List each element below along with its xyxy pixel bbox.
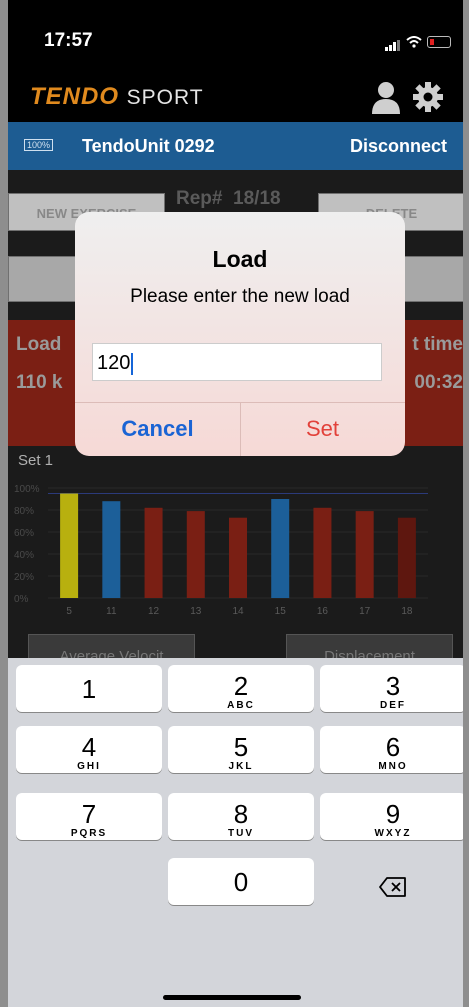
- app-header: TENDO SPORT: [8, 80, 463, 122]
- signal-icon: [385, 33, 401, 51]
- time-value: 00:32: [414, 372, 463, 393]
- key-digit: 9: [385, 799, 401, 829]
- key-letters: PQRS: [70, 828, 108, 839]
- x-tick-label: 5: [66, 606, 72, 617]
- set-button[interactable]: Set: [240, 402, 405, 456]
- disconnect-button[interactable]: Disconnect: [350, 136, 447, 157]
- key-digit: 5: [233, 732, 249, 762]
- device-battery: 100%: [24, 139, 54, 151]
- set-label: Set 1: [18, 452, 54, 469]
- bar: [229, 517, 247, 598]
- status-time: 17:57: [44, 30, 93, 51]
- home-indicator: [163, 995, 301, 1000]
- load-value: 110 k: [16, 372, 63, 393]
- y-tick-label: 100%: [14, 484, 40, 495]
- y-tick-label: 20%: [14, 572, 34, 583]
- bar: [313, 507, 332, 598]
- key-letters: WXYZ: [374, 828, 412, 839]
- y-tick-label: 0%: [14, 594, 29, 605]
- battery-icon: [427, 36, 451, 48]
- key-2[interactable]: 2 ABC: [168, 665, 314, 712]
- dialog-title: Load: [212, 246, 268, 272]
- wifi-icon: [406, 36, 422, 48]
- load-input[interactable]: 120: [92, 343, 382, 381]
- x-tick-label: 18: [401, 606, 413, 617]
- key-0[interactable]: 0: [168, 858, 314, 905]
- x-tick-label: 12: [148, 606, 160, 617]
- key-digit: 3: [385, 671, 401, 701]
- gear-icon[interactable]: [412, 80, 444, 121]
- key-digit: 2: [233, 671, 249, 701]
- backspace-icon[interactable]: [379, 877, 407, 902]
- person-icon[interactable]: [370, 80, 402, 121]
- key-6[interactable]: 6 MNO: [320, 726, 463, 773]
- x-tick-label: 15: [275, 606, 287, 617]
- rep-label: Rep#: [176, 188, 223, 209]
- dialog-message: Please enter the new load: [130, 286, 350, 307]
- key-8[interactable]: 8 TUV: [168, 793, 314, 840]
- key-1[interactable]: 1: [16, 665, 162, 712]
- status-indicators: [385, 33, 451, 51]
- time-label: t time: [412, 334, 463, 355]
- key-letters: GHI: [77, 761, 101, 772]
- app-logo: TENDO SPORT: [30, 83, 204, 111]
- load-dialog: Load Please enter the new load 120 Cance…: [75, 212, 405, 456]
- key-digit: 1: [81, 674, 97, 704]
- key-letters: JKL: [228, 761, 254, 772]
- key-digit: 6: [385, 732, 401, 762]
- key-letters: ABC: [227, 700, 255, 711]
- x-tick-label: 14: [232, 606, 244, 617]
- bar: [144, 507, 163, 598]
- key-digit: 4: [81, 732, 97, 762]
- x-tick-label: 17: [359, 606, 371, 617]
- y-tick-label: 80%: [14, 506, 34, 517]
- key-letters: DEF: [380, 700, 406, 711]
- logo-sub: SPORT: [126, 86, 204, 109]
- rep-value: 18/18: [233, 188, 281, 209]
- bar: [271, 499, 290, 598]
- key-digit: 0: [233, 867, 249, 897]
- velocity-bar-chart: 100% 80% 60% 40% 20% 0% 5 11 12 13 14 15 16 17 18: [14, 484, 428, 617]
- key-3[interactable]: 3 DEF: [320, 665, 463, 712]
- key-7[interactable]: 7 PQRS: [16, 793, 162, 840]
- key-digit: 7: [81, 799, 97, 829]
- bar: [397, 517, 416, 598]
- text-caret: [131, 352, 134, 375]
- y-tick-label: 40%: [14, 550, 34, 561]
- rep-counter: Rep# 18/18: [176, 188, 281, 210]
- status-bar: 17:57: [8, 0, 463, 80]
- key-5[interactable]: 5 JKL: [168, 726, 314, 773]
- bar: [355, 511, 374, 598]
- bar: [60, 493, 79, 598]
- x-tick-label: 11: [106, 606, 117, 617]
- key-4[interactable]: 4 GHI: [16, 726, 162, 773]
- bar: [102, 501, 121, 598]
- load-label: Load: [16, 334, 62, 355]
- key-9[interactable]: 9 WXYZ: [320, 793, 463, 840]
- key-letters: TUV: [228, 828, 254, 839]
- key-digit: 8: [233, 799, 249, 829]
- x-tick-label: 16: [317, 606, 329, 617]
- device-bar: 100% TendoUnit 0292 Disconnect: [8, 122, 463, 170]
- app-screen: 17:57 TENDO SPORT 100% TendoUnit 0292 Di…: [8, 0, 463, 1007]
- load-input-value: 120: [97, 352, 131, 374]
- logo-main: TENDO: [30, 83, 119, 110]
- key-letters: MNO: [378, 761, 408, 772]
- device-name: TendoUnit 0292: [82, 136, 215, 156]
- x-tick-label: 13: [190, 606, 202, 617]
- y-tick-label: 60%: [14, 528, 34, 539]
- bar: [186, 511, 205, 598]
- cancel-button[interactable]: Cancel: [75, 402, 240, 456]
